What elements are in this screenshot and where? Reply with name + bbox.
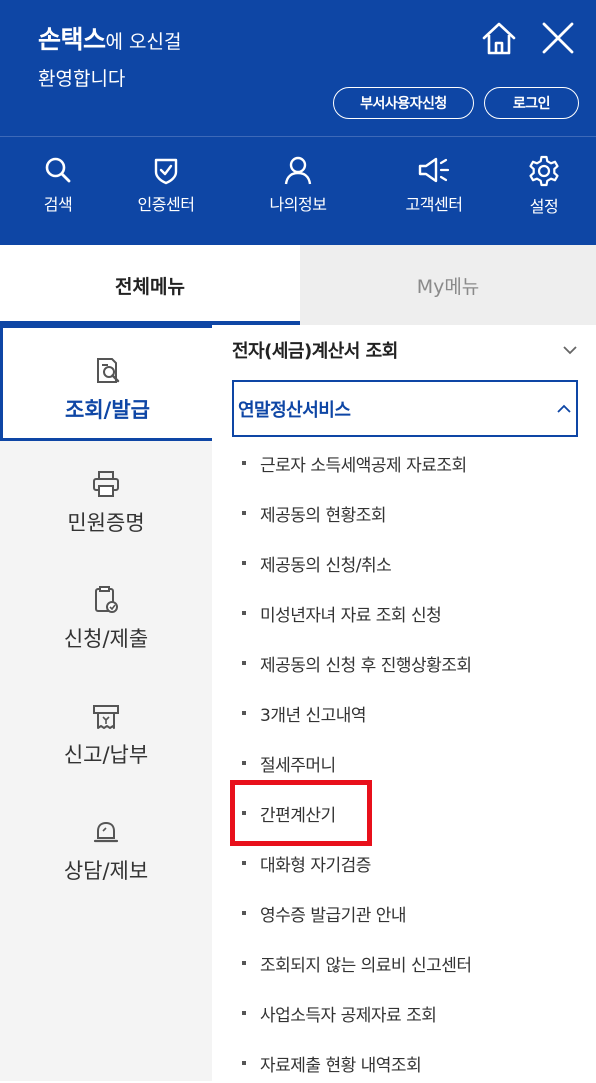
shortcut-label: 고객센터 — [405, 195, 463, 214]
highlight-annotation-box — [230, 780, 372, 846]
login-button[interactable]: 로그인 — [484, 87, 579, 119]
submenu-item[interactable]: 제공동의 신청 후 진행상황조회 — [242, 643, 472, 683]
category-apply-submit[interactable]: 신청/제출 — [0, 557, 212, 673]
close-icon — [542, 22, 574, 54]
submenu-label: 3개년 신고내역 — [260, 705, 367, 726]
document-search-icon — [96, 358, 119, 383]
submenu-item[interactable]: 제공동의 신청/취소 — [242, 543, 392, 583]
home-button[interactable] — [480, 20, 518, 58]
bullet — [242, 611, 246, 615]
submenu-item[interactable]: 대화형 자기검증 — [242, 843, 371, 883]
welcome-area: 손택스에 오신걸 환영합니다 부서사용자신청 로그인 — [0, 0, 596, 136]
category-consult-report[interactable]: 상담/제보 — [0, 789, 212, 905]
submenu-label: 제공동의 신청 후 진행상황조회 — [260, 655, 472, 676]
bullet — [242, 911, 246, 915]
dept-user-request-button[interactable]: 부서사용자신청 — [333, 87, 474, 119]
submenu-label: 영수증 발급기관 안내 — [260, 905, 407, 926]
submenu-label: 절세주머니 — [260, 755, 336, 776]
menu-tabs: 전체메뉴 My메뉴 — [0, 245, 596, 325]
shortcut-label: 검색 — [43, 195, 73, 214]
section-title: 연말정산서비스 — [238, 399, 351, 421]
shortcut-cert-center[interactable]: 인증센터 — [116, 155, 216, 225]
category-label: 신청/제출 — [63, 627, 149, 651]
submenu-item[interactable]: 자료제출 현황 내역조회 — [242, 1043, 422, 1083]
shortcut-settings[interactable]: 설정 — [494, 155, 594, 225]
bullet — [242, 761, 246, 765]
brand-name: 손택스 — [38, 25, 106, 54]
welcome-message: 손택스에 오신걸 환영합니다 — [38, 22, 181, 97]
shortcut-label: 나의정보 — [269, 195, 327, 214]
chevron-down-icon — [563, 346, 577, 355]
header-divider — [0, 136, 596, 137]
category-label: 조회/발급 — [65, 398, 150, 422]
bullet — [242, 461, 246, 465]
bell-icon — [93, 821, 119, 843]
submenu-label: 미성년자녀 자료 조회 신청 — [260, 605, 442, 626]
bullet — [242, 961, 246, 965]
search-icon — [45, 157, 71, 183]
bullet — [242, 561, 246, 565]
submenu-label: 제공동의 신청/취소 — [260, 555, 392, 576]
gear-icon — [529, 155, 559, 187]
app-header: 손택스에 오신걸 환영합니다 부서사용자신청 로그인 검색 인증센터 나의정보 … — [0, 0, 596, 245]
submenu-item[interactable]: 미성년자녀 자료 조회 신청 — [242, 593, 442, 633]
close-button[interactable] — [538, 18, 578, 58]
user-icon — [284, 156, 312, 185]
submenu-label: 조회되지 않는 의료비 신고센터 — [260, 955, 472, 976]
tab-all-menu[interactable]: 전체메뉴 — [0, 245, 300, 325]
shortcut-search[interactable]: 검색 — [8, 155, 108, 225]
submenu-item[interactable]: 제공동의 현황조회 — [242, 493, 387, 533]
home-icon — [482, 22, 516, 55]
clipboard-icon — [95, 586, 118, 613]
submenu-item[interactable]: 근로자 소득세액공제 자료조회 — [242, 443, 467, 483]
welcome-suffix: 에 오신걸 — [105, 31, 182, 53]
section-title: 전자(세금)계산서 조회 — [232, 341, 398, 362]
section-e-tax-invoice[interactable]: 전자(세금)계산서 조회 — [232, 325, 578, 375]
submenu-label: 대화형 자기검증 — [260, 855, 371, 876]
submenu-panel: 전자(세금)계산서 조회 연말정산서비스 근로자 소득세액공제 자료조회 제공동… — [212, 325, 596, 1081]
shortcut-customer-center[interactable]: 고객센터 — [384, 155, 484, 225]
megaphone-icon — [418, 157, 450, 183]
category-report-pay[interactable]: 신고/납부 — [0, 673, 212, 789]
bullet — [242, 661, 246, 665]
submenu-label: 근로자 소득세액공제 자료조회 — [260, 455, 467, 476]
submenu-item[interactable]: 사업소득자 공제자료 조회 — [242, 993, 437, 1033]
tab-my-menu[interactable]: My메뉴 — [300, 245, 596, 325]
submenu-item[interactable]: 절세주머니 — [242, 743, 336, 783]
submenu-label: 제공동의 현황조회 — [260, 505, 387, 526]
category-sidebar: 조회/발급 민원증명 신청/제출 신고/납부 상담/제보 — [0, 325, 212, 1081]
shortcut-my-info[interactable]: 나의정보 — [248, 155, 348, 225]
submenu-label: 사업소득자 공제자료 조회 — [260, 1005, 437, 1026]
section-year-end-settlement[interactable]: 연말정산서비스 — [232, 380, 578, 437]
shortcut-label: 인증센터 — [137, 195, 195, 214]
category-label: 신고/납부 — [63, 743, 149, 767]
receipt-icon — [93, 705, 119, 729]
bullet — [242, 711, 246, 715]
submenu-item[interactable]: 영수증 발급기관 안내 — [242, 893, 407, 933]
category-inquiry-issue[interactable]: 조회/발급 — [0, 325, 212, 441]
welcome-line2: 환영합니다 — [38, 68, 126, 90]
submenu-item[interactable]: 3개년 신고내역 — [242, 693, 367, 733]
submenu-item[interactable]: 조회되지 않는 의료비 신고센터 — [242, 943, 472, 983]
printer-icon — [93, 471, 119, 497]
submenu-label: 자료제출 현황 내역조회 — [260, 1055, 422, 1076]
bullet — [242, 1061, 246, 1065]
shield-icon — [154, 158, 178, 185]
category-label: 상담/제보 — [63, 859, 149, 883]
category-label: 민원증명 — [67, 511, 145, 535]
bullet — [242, 511, 246, 515]
chevron-up-icon — [557, 404, 571, 413]
shortcut-label: 설정 — [529, 197, 559, 216]
bullet — [242, 861, 246, 865]
bullet — [242, 1011, 246, 1015]
category-civil-certificate[interactable]: 민원증명 — [0, 441, 212, 557]
